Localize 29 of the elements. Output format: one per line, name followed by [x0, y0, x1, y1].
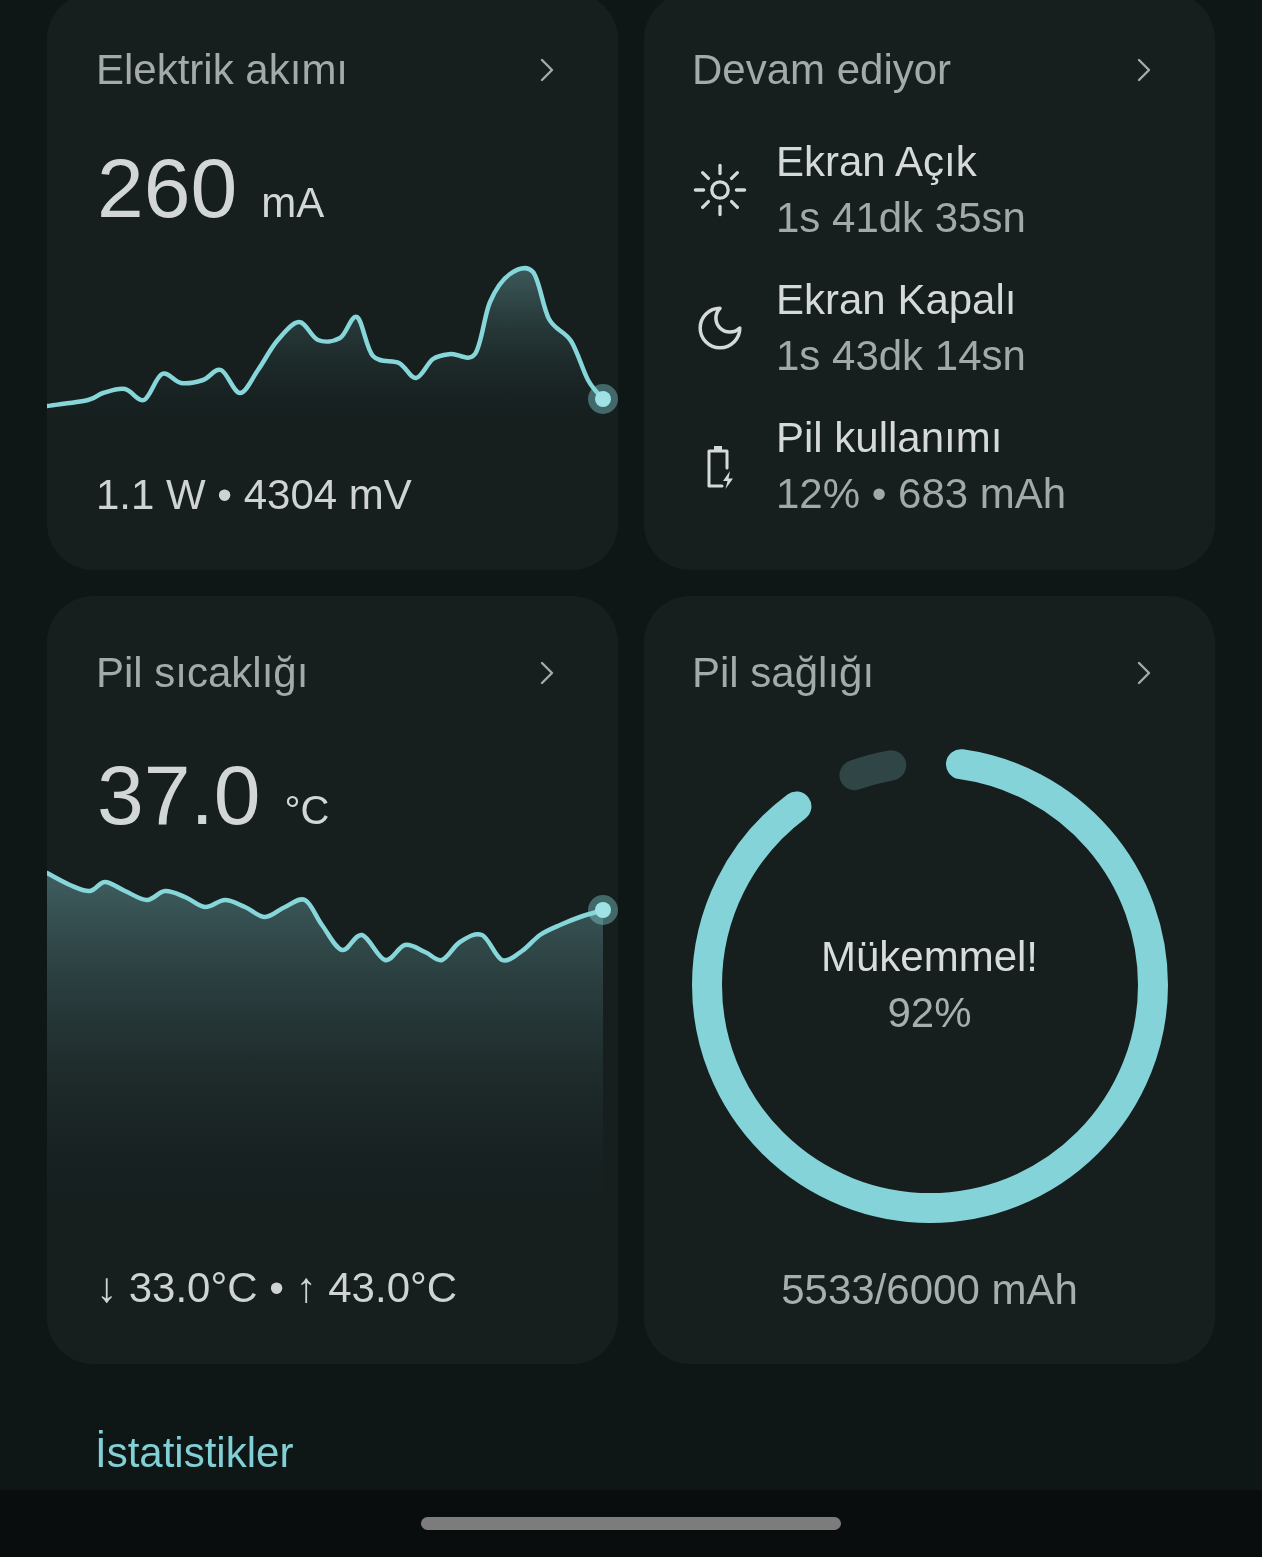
chevron-right-icon[interactable]: [1137, 661, 1151, 685]
temperature-value: 37.0: [97, 747, 261, 844]
current-unit: mA: [261, 179, 325, 227]
current-value: 260: [97, 140, 238, 237]
chevron-right-icon[interactable]: [540, 661, 554, 685]
card-title: Pil sıcaklığı: [96, 649, 309, 697]
section-title: İstatistikler: [95, 1429, 294, 1476]
usage-value: 1s 41dk 35sn: [776, 193, 1026, 243]
chevron-right-icon[interactable]: [1137, 58, 1151, 82]
current-details: 1.1 W • 4304 mV: [96, 471, 412, 518]
temperature-unit: °C: [284, 787, 330, 834]
usage-label: Ekran Açık: [776, 137, 978, 187]
temperature-range: ↓ 33.0°C • ↑ 43.0°C: [96, 1264, 458, 1311]
usage-value: 12% • 683 mAh: [776, 469, 1067, 519]
usage-label: Ekran Kapalı: [776, 275, 1018, 325]
usage-value: 1s 43dk 14sn: [776, 331, 1026, 381]
usage-label: Pil kullanımı: [776, 413, 1004, 463]
health-status: Mükemmel!: [820, 932, 1038, 982]
end-point-marker-icon: [588, 895, 618, 925]
gauge-remaining-segment: [838, 750, 906, 791]
health-percent: 92%: [887, 988, 972, 1038]
card-title: Elektrik akımı: [96, 46, 349, 94]
moon-icon: [698, 306, 742, 350]
chevron-right-icon[interactable]: [540, 58, 554, 82]
card-title: Devam ediyor: [692, 46, 952, 94]
capacity-text: 5533/6000 mAh: [781, 1266, 1078, 1314]
sun-icon: [693, 163, 747, 217]
card-title: Pil sağlığı: [692, 649, 875, 697]
end-point-marker-icon: [588, 384, 618, 414]
